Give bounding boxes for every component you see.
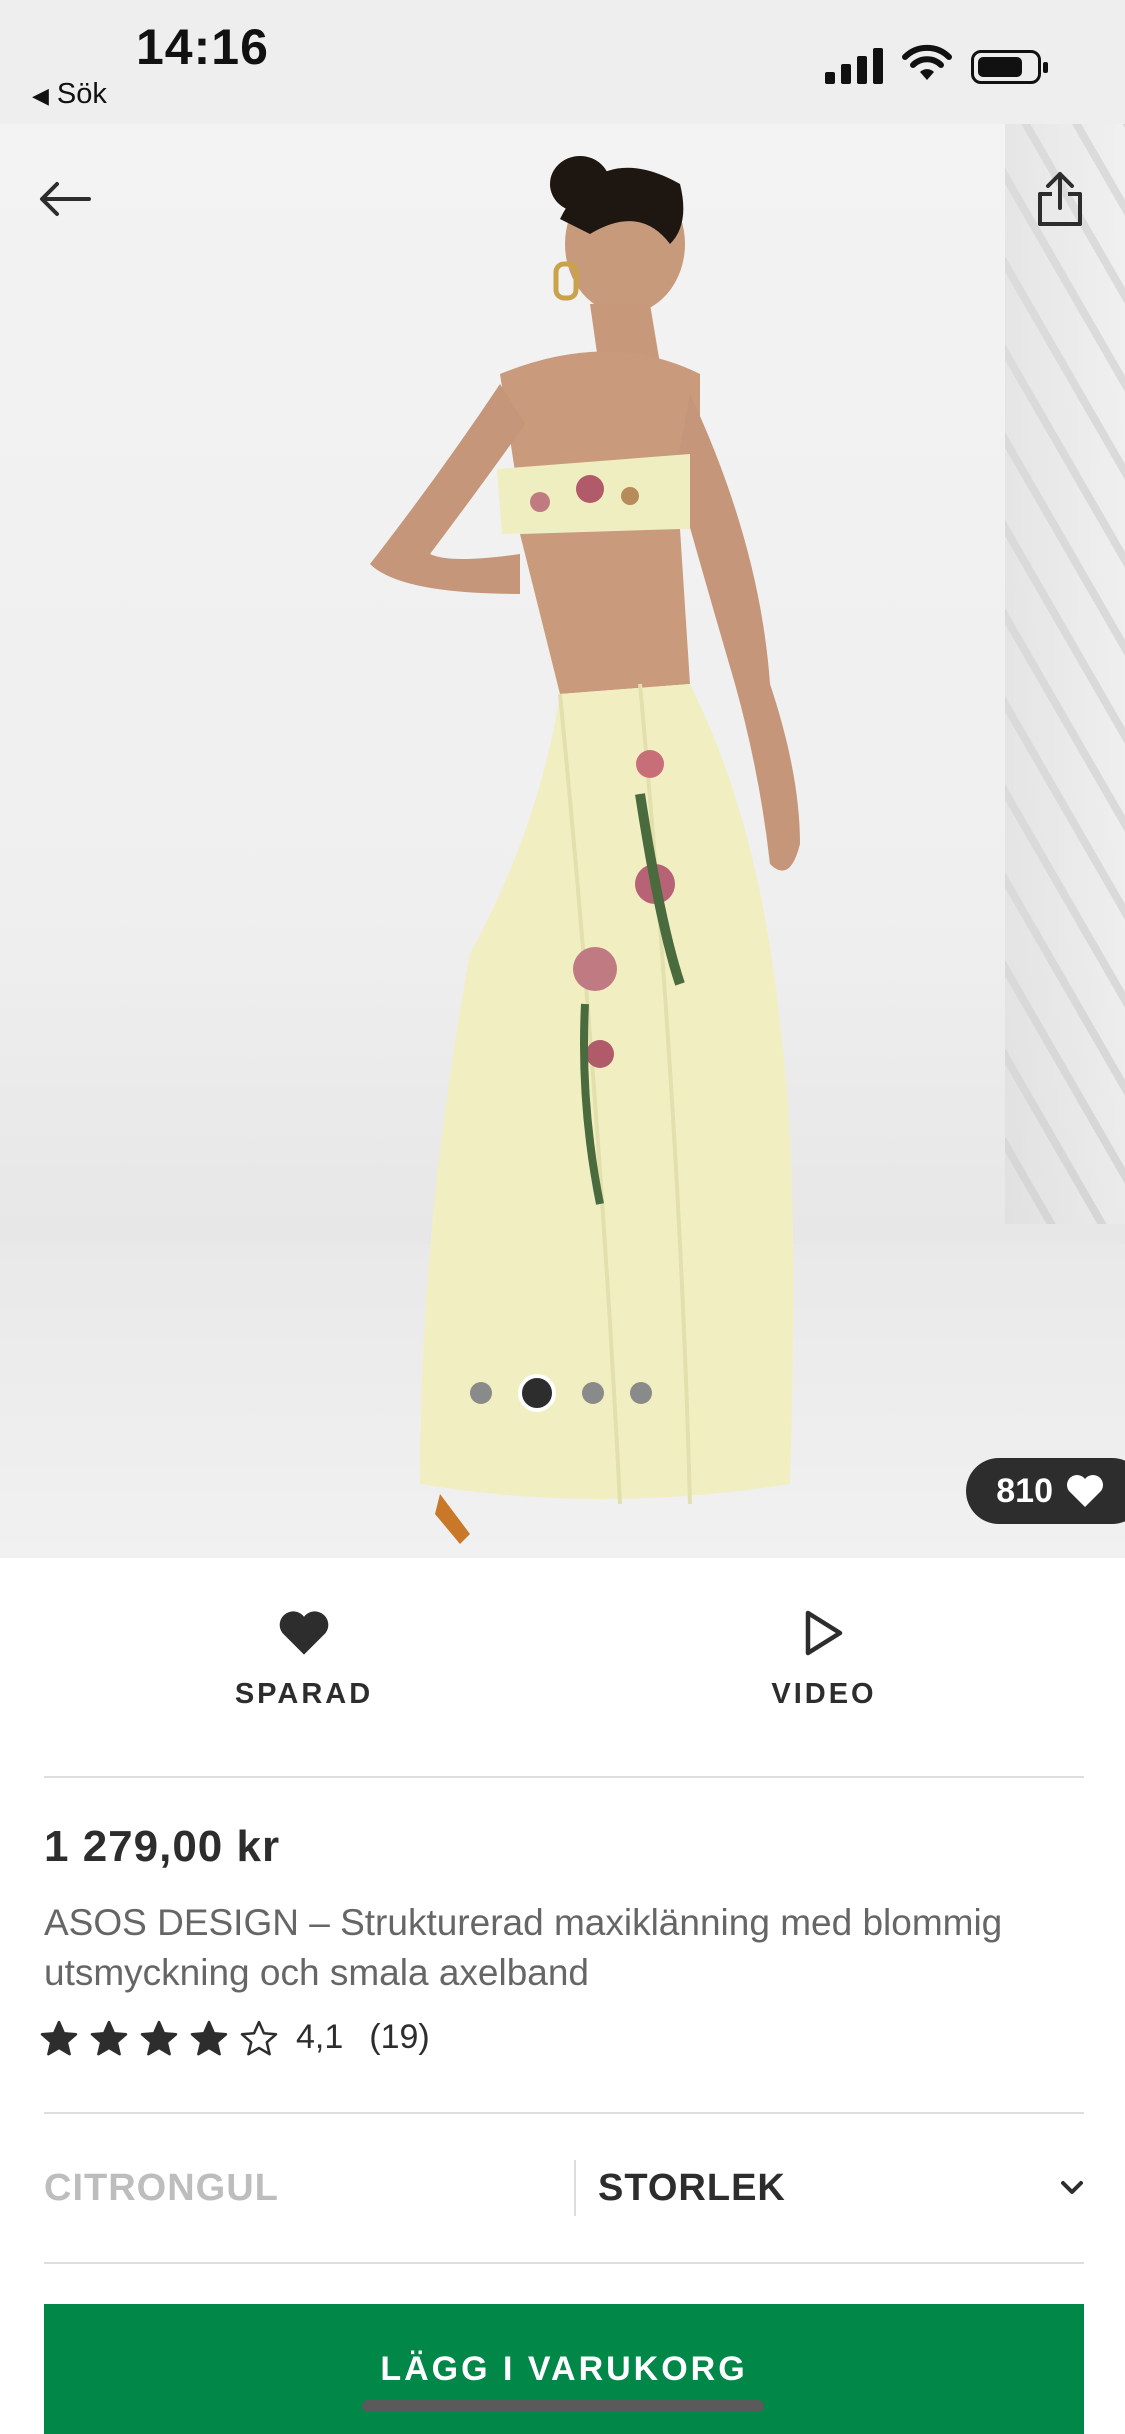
wifi-icon — [902, 44, 952, 80]
back-to-search-link[interactable]: ◀ Sök — [32, 78, 107, 111]
save-label: SPARAD — [234, 1678, 374, 1710]
share-button[interactable] — [1025, 164, 1095, 234]
play-icon — [805, 1610, 843, 1656]
status-bar: 14:16 ◀ Sök — [0, 0, 1125, 124]
save-button[interactable]: SPARAD — [44, 1558, 564, 1776]
share-icon — [1038, 172, 1082, 226]
gallery-dot-active[interactable] — [518, 1374, 556, 1412]
back-button[interactable] — [30, 164, 100, 234]
product-rating[interactable]: 4,1 (19) — [40, 2018, 430, 2057]
rating-stars — [40, 2020, 278, 2056]
battery-icon — [971, 50, 1048, 84]
back-triangle-icon: ◀ — [32, 83, 49, 108]
star-filled-icon — [140, 2020, 178, 2055]
gallery-dot[interactable] — [470, 1382, 492, 1404]
gallery-dot[interactable] — [630, 1382, 652, 1404]
heart-icon — [279, 1611, 329, 1655]
product-image-gallery[interactable]: 810 — [0, 124, 1125, 1558]
size-selector[interactable]: STORLEK — [576, 2167, 1084, 2210]
star-filled-icon — [190, 2020, 228, 2055]
home-indicator[interactable] — [362, 2400, 764, 2412]
product-photo — [370, 156, 800, 1544]
star-empty-icon — [240, 2020, 278, 2055]
back-app-label: Sök — [56, 78, 107, 110]
back-arrow-icon — [40, 182, 91, 216]
star-filled-icon — [40, 2020, 78, 2055]
signal-icon — [825, 46, 883, 84]
heart-icon — [1067, 1475, 1103, 1507]
size-label: STORLEK — [598, 2166, 786, 2209]
video-label: VIDEO — [771, 1678, 877, 1710]
gallery-dot[interactable] — [582, 1382, 604, 1404]
product-actions: SPARAD VIDEO — [44, 1558, 1084, 1778]
rating-count: (19) — [369, 2018, 430, 2056]
status-icons — [825, 44, 1048, 84]
gallery-pagination — [470, 1374, 652, 1412]
status-time: 14:16 — [136, 19, 269, 75]
video-button[interactable]: VIDEO — [564, 1558, 1084, 1776]
add-to-cart-label: LÄGG I VARUKORG — [380, 2349, 748, 2388]
chevron-down-icon — [1061, 2181, 1083, 2194]
color-selector[interactable]: CITRONGUL — [44, 2167, 574, 2210]
add-to-cart-button[interactable]: LÄGG I VARUKORG — [44, 2304, 1084, 2434]
rating-score: 4,1 — [296, 2018, 344, 2056]
product-title: ASOS DESIGN – Strukturerad maxiklänning … — [44, 1902, 1003, 1993]
product-price: 1 279,00 kr — [44, 1822, 281, 1871]
likes-count: 810 — [996, 1471, 1053, 1510]
likes-badge: 810 — [966, 1458, 1125, 1524]
variant-selectors: CITRONGUL STORLEK — [44, 2112, 1084, 2264]
star-filled-icon — [90, 2020, 128, 2055]
